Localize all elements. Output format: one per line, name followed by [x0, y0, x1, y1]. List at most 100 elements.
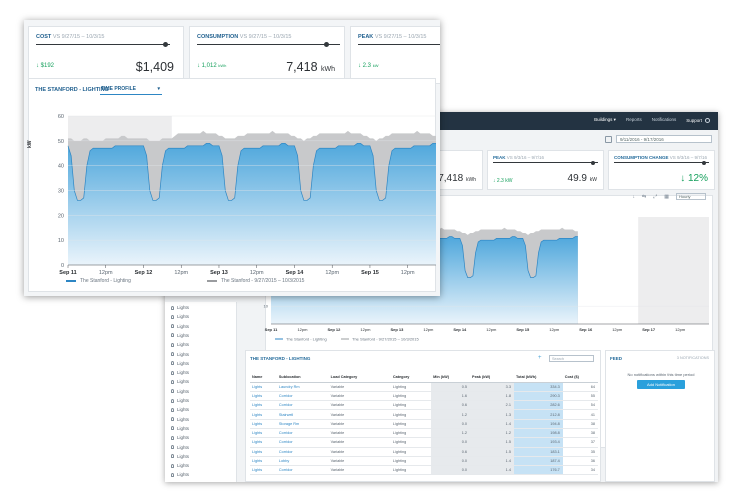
table-cell[interactable]: Stairwell	[276, 409, 329, 420]
sidebar-item[interactable]: Lights	[171, 379, 189, 384]
table-cell: 2.1	[470, 400, 514, 411]
sidebar-item[interactable]: Lights	[171, 324, 189, 329]
table-cell: 212.8	[513, 409, 563, 420]
back-equipment-sidebar: Lights Lights Lights Lights Lights Lights Ligh…	[165, 302, 237, 482]
sidebar-item-label: Lights	[177, 314, 190, 320]
sidebar-item-label: Lights	[177, 435, 190, 441]
table-row[interactable]: Lights Corridor Variable Lighting 0.0 1.4 176.…	[250, 465, 598, 476]
lightbulb-icon	[171, 342, 174, 347]
column-header[interactable]: Category	[390, 373, 432, 383]
sidebar-item-label: Lights	[177, 407, 190, 413]
table-cell: Lighting	[390, 456, 432, 467]
table-cell[interactable]: Lights	[250, 456, 277, 467]
sidebar-item[interactable]: Lights	[171, 463, 189, 468]
table-cell: 187.4	[513, 456, 563, 467]
table-cell[interactable]: Corridor	[276, 447, 329, 457]
sidebar-item[interactable]: Lights	[171, 407, 189, 412]
table-cell[interactable]: Corridor	[276, 465, 329, 476]
table-cell: Variable	[328, 382, 391, 392]
lightbulb-icon	[171, 324, 174, 329]
table-row[interactable]: Lights Laundry Rm Variable Lighting 0.5 3.3 33…	[250, 382, 598, 392]
sidebar-item[interactable]: Lights	[171, 361, 189, 366]
x-tick-label: Sep 14	[286, 270, 305, 276]
table-cell[interactable]: Lobby	[276, 456, 329, 467]
table-cell[interactable]: Lights	[250, 428, 277, 439]
sidebar-item[interactable]: Lights	[171, 398, 189, 403]
table-cell[interactable]: Corridor	[276, 437, 329, 448]
add-icon[interactable]: +	[538, 355, 542, 361]
back-x-tick-label: 12pm	[297, 327, 308, 332]
table-row[interactable]: Lights Corridor Variable Lighting 0.6 1.5 183.…	[250, 447, 598, 457]
legend-label-comparison: The Stanford - 9/27/2015 – 10/3/2015	[221, 278, 305, 284]
table-cell[interactable]: Lights	[250, 465, 277, 476]
column-header[interactable]: Total (kWh)	[513, 373, 563, 383]
table-cell[interactable]: Lights	[250, 419, 277, 430]
sidebar-item[interactable]: Lights	[171, 333, 189, 338]
back-x-tick-label: Sep 16	[579, 327, 593, 332]
x-tick-label: 12pm	[174, 270, 188, 276]
back-x-tick-label: 12pm	[612, 327, 623, 332]
table-cell[interactable]: Lights	[250, 400, 277, 411]
column-header[interactable]: Name	[250, 373, 277, 383]
table-cell[interactable]: Laundry Rm	[276, 382, 329, 392]
lightbulb-icon	[171, 398, 174, 403]
sidebar-item-label: Lights	[177, 323, 190, 329]
table-header-row: Name Sublocation Load Category Category Min …	[250, 373, 598, 383]
sidebar-item[interactable]: Lights	[171, 314, 189, 319]
back-table-search[interactable]: Search	[549, 355, 594, 362]
table-row[interactable]: Lights Corridor Variable Lighting 1.6 1.8 290.…	[250, 391, 598, 402]
column-header[interactable]: Cost ($)	[562, 373, 598, 383]
sidebar-item[interactable]: Lights	[171, 426, 189, 431]
column-header[interactable]: Min (kW)	[431, 373, 471, 383]
table-cell: 55	[562, 391, 598, 402]
table-cell[interactable]: Corridor	[276, 400, 329, 411]
sidebar-item[interactable]: Lights	[171, 370, 189, 375]
table-cell[interactable]: Lights	[250, 409, 277, 420]
table-row[interactable]: Lights Corridor Variable Lighting 0.6 2.1 282.…	[250, 400, 598, 411]
sidebar-item-label: Lights	[177, 342, 190, 348]
legend-item-comparison[interactable]: The Stanford - 9/27/2015 – 10/3/2015	[207, 278, 304, 284]
table-cell[interactable]: Lights	[250, 391, 277, 402]
sidebar-item[interactable]: Lights	[171, 454, 189, 459]
table-cell: 176.7	[513, 465, 563, 476]
legend-swatch-blue	[66, 280, 76, 282]
y-tick-label: 20	[58, 213, 64, 219]
add-notification-button[interactable]: Add Notification	[637, 380, 685, 389]
sidebar-item[interactable]: Lights	[171, 435, 189, 440]
sidebar-item[interactable]: Lights	[171, 389, 189, 394]
y-tick-label: 10	[58, 238, 64, 244]
table-cell[interactable]: Lights	[250, 437, 277, 448]
table-row[interactable]: Lights Corridor Variable Lighting 1.2 1.2 198.…	[250, 428, 598, 439]
sidebar-item[interactable]: Lights	[171, 472, 189, 477]
table-cell: Variable	[328, 428, 391, 439]
sidebar-item[interactable]: Lights	[171, 352, 189, 357]
back-shaded-region	[638, 217, 709, 324]
sidebar-item[interactable]: Lights	[171, 417, 189, 422]
table-cell: Lighting	[390, 400, 432, 411]
table-row[interactable]: Lights Lobby Variable Lighting 0.0 1.4 187.4 36	[250, 456, 598, 467]
table-cell: 198.8	[513, 428, 563, 439]
table-cell[interactable]: Lights	[250, 382, 277, 392]
back-table-panel: THE STANFORD - LIGHTING + Search Name Sub…	[245, 350, 601, 482]
table-cell: Lighting	[390, 428, 432, 439]
table-cell[interactable]: Corridor	[276, 391, 329, 402]
table-cell[interactable]: Storage Rm	[276, 419, 329, 430]
table-row[interactable]: Lights Stairwell Variable Lighting 1.2 1.3 212…	[250, 409, 598, 420]
sidebar-item[interactable]: Lights	[171, 342, 189, 347]
lightbulb-icon	[171, 305, 174, 310]
table-cell[interactable]: Corridor	[276, 428, 329, 439]
table-cell: Variable	[328, 465, 391, 476]
sidebar-item[interactable]: Lights	[171, 445, 189, 450]
column-header[interactable]: Sublocation	[276, 373, 329, 383]
table-cell: 41	[562, 409, 598, 420]
lightbulb-icon	[171, 370, 174, 375]
sidebar-item[interactable]: Lights	[171, 305, 189, 310]
column-header[interactable]: Load Category	[328, 373, 391, 383]
back-x-tick-label: Sep 14	[453, 327, 467, 332]
legend-item-current[interactable]: The Stanford - Lighting	[66, 278, 131, 284]
table-row[interactable]: Lights Corridor Variable Lighting 0.0 1.5 193.…	[250, 437, 598, 448]
table-cell[interactable]: Lights	[250, 447, 277, 457]
back-x-tick-label: Sep 12	[327, 327, 341, 332]
table-row[interactable]: Lights Storage Rm Variable Lighting 0.0 1.4 19…	[250, 419, 598, 430]
column-header[interactable]: Peak (kW)	[470, 373, 514, 383]
